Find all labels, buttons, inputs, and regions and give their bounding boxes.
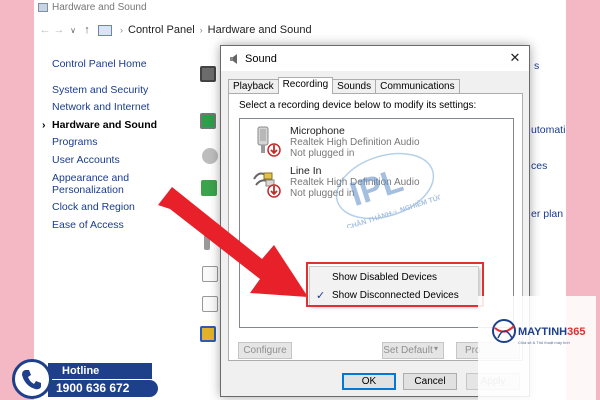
- menu-item-label: Show Disabled Devices: [332, 272, 438, 283]
- address-bar: ← → ∨ ↑ › Control Panel › Hardware and S…: [34, 20, 566, 40]
- control-panel-home-link[interactable]: Control Panel Home: [52, 56, 202, 74]
- dialog-titlebar: Sound: [221, 46, 529, 71]
- location-icon: [98, 24, 112, 36]
- breadcrumb-hardware-and-sound[interactable]: Hardware and Sound: [208, 24, 312, 36]
- tab-strip: Playback Recording Sounds Communications: [228, 77, 460, 94]
- hotline-label: Hotline: [48, 363, 152, 379]
- devices-and-printers-icon[interactable]: [200, 66, 216, 82]
- hotline-badge: Hotline 1900 636 672: [12, 359, 158, 399]
- menu-item-show-disabled[interactable]: Show Disabled Devices: [310, 269, 478, 287]
- nav-user-accounts[interactable]: User Accounts: [52, 152, 202, 170]
- link-fragment[interactable]: er plan: [531, 208, 563, 220]
- speaker-icon: [230, 53, 237, 64]
- phone-icon: [22, 370, 41, 390]
- up-arrow-icon[interactable]: ↑: [80, 24, 94, 36]
- set-default-label: Set Default: [383, 345, 433, 356]
- red-arrow-annotation: [158, 187, 308, 297]
- chevron-down-icon[interactable]: ▾: [434, 344, 438, 353]
- brand-logo: MAYTINH365 Chia sẻ & Thủ thuật máy tính: [478, 296, 596, 400]
- breadcrumb-separator-icon: ›: [199, 25, 203, 35]
- nav-system-and-security[interactable]: System and Security: [52, 82, 202, 100]
- nav-programs[interactable]: Programs: [52, 134, 202, 152]
- link-fragment[interactable]: utomati: [531, 124, 565, 136]
- globe-logo-icon: [492, 319, 516, 343]
- tab-recording[interactable]: Recording: [277, 77, 334, 94]
- brand-tagline: Chia sẻ & Thủ thuật máy tính: [518, 340, 570, 345]
- brand-name: MAYTINH365: [518, 326, 585, 338]
- breadcrumb-control-panel[interactable]: Control Panel: [128, 24, 195, 36]
- sound-icon[interactable]: [202, 148, 218, 164]
- close-icon[interactable]: ✕: [507, 50, 523, 66]
- cp-titlebar: Hardware and Sound: [34, 0, 566, 14]
- device-driver: Realtek High Definition Audio: [290, 137, 420, 148]
- hotline-number: 1900 636 672: [48, 380, 158, 397]
- microphone-icon: [257, 126, 281, 157]
- cancel-button[interactable]: Cancel: [403, 373, 457, 390]
- ipl-watermark-logo: IPL CHÂN THÀNH VÀ NGHIÊM TÚC: [335, 152, 440, 228]
- checkmark-icon: ✓: [316, 290, 326, 302]
- brand-number: 365: [567, 326, 586, 338]
- tab-playback[interactable]: Playback: [228, 79, 279, 94]
- control-panel-icon: [38, 2, 48, 12]
- dialog-title: Sound: [245, 52, 277, 65]
- configure-button[interactable]: Configure: [238, 342, 292, 359]
- recent-dropdown-icon[interactable]: ∨: [66, 26, 80, 35]
- realtek-audio-icon[interactable]: [200, 326, 216, 342]
- context-menu: Show Disabled Devices ✓ Show Disconnecte…: [309, 266, 479, 306]
- menu-item-label: Show Disconnected Devices: [332, 290, 459, 301]
- menu-item-show-disconnected[interactable]: ✓ Show Disconnected Devices: [310, 287, 478, 305]
- watermark-main: IPL: [346, 161, 408, 213]
- tab-sounds[interactable]: Sounds: [332, 79, 377, 94]
- nav-network-and-internet[interactable]: Network and Internet: [52, 99, 202, 117]
- instruction-text: Select a recording device below to modif…: [239, 100, 477, 111]
- link-fragment[interactable]: s: [534, 60, 539, 72]
- cp-window-title: Hardware and Sound: [52, 1, 147, 13]
- brand-name-text: MAYTINH: [518, 326, 568, 338]
- link-fragment[interactable]: ces: [531, 160, 547, 172]
- breadcrumb-separator-icon: ›: [120, 25, 123, 35]
- nav-hardware-and-sound[interactable]: Hardware and Sound: [42, 117, 202, 135]
- phone-icon-circle: [12, 359, 52, 399]
- ok-button[interactable]: OK: [342, 373, 396, 390]
- device-name: Microphone: [290, 125, 345, 137]
- watermark-tagline-left: CHÂN THÀNH: [346, 209, 393, 228]
- forward-arrow-icon[interactable]: →: [52, 24, 66, 36]
- autoplay-icon[interactable]: [200, 113, 216, 129]
- tab-communications[interactable]: Communications: [375, 79, 460, 94]
- back-arrow-icon[interactable]: ←: [38, 24, 52, 36]
